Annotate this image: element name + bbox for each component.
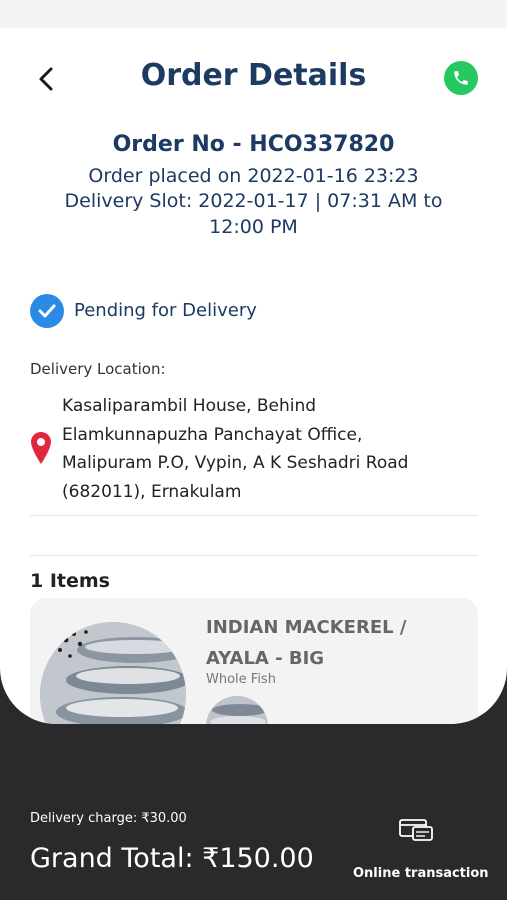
- item-card[interactable]: INDIAN MACKEREL / AYALA - BIG Whole Fish: [30, 598, 478, 724]
- grand-total: Grand Total: ₹150.00: [30, 843, 314, 874]
- location-pin-icon: [31, 432, 51, 464]
- address-line: Elamkunnapuzha Panchayat Office,: [62, 424, 363, 445]
- call-button[interactable]: [444, 61, 478, 95]
- order-placed-date: Order placed on 2022-01-16 23:23: [88, 165, 419, 187]
- address-line: Malipuram P.O, Vypin, A K Seshadri Road: [62, 453, 409, 473]
- item-image: [40, 622, 186, 724]
- delivery-location-label: Delivery Location:: [30, 360, 166, 378]
- delivery-slot-end: 12:00 PM: [209, 216, 298, 238]
- item-thumbnail: [206, 696, 268, 724]
- divider: [30, 555, 478, 556]
- phone-icon: [454, 71, 468, 85]
- delivery-slot: Delivery Slot: 2022-01-17 | 07:31 AM to: [64, 190, 443, 212]
- item-type: Whole Fish: [206, 672, 276, 687]
- status-bar: [0, 0, 507, 28]
- divider: [30, 515, 478, 516]
- check-circle-icon: [30, 294, 64, 328]
- address-line: (682011), Ernakulam: [62, 481, 242, 502]
- delivery-charge: Delivery charge: ₹30.00: [30, 811, 187, 826]
- items-count: 1 Items: [30, 570, 110, 592]
- page-title: Order Details: [140, 58, 367, 93]
- card-icon: [399, 819, 433, 841]
- order-sheet: Order Details Order No - HCO337820 Order…: [0, 28, 507, 724]
- address-line: Kasaliparambil House, Behind: [62, 396, 317, 416]
- item-name: INDIAN MACKEREL / AYALA - BIG: [206, 617, 407, 669]
- status-text: Pending for Delivery: [74, 300, 257, 321]
- delivery-address: Kasaliparambil House, Behind Elamkunnapu…: [62, 392, 482, 506]
- payment-method: Online transaction: [353, 866, 489, 881]
- order-number: Order No - HCO337820: [112, 132, 395, 157]
